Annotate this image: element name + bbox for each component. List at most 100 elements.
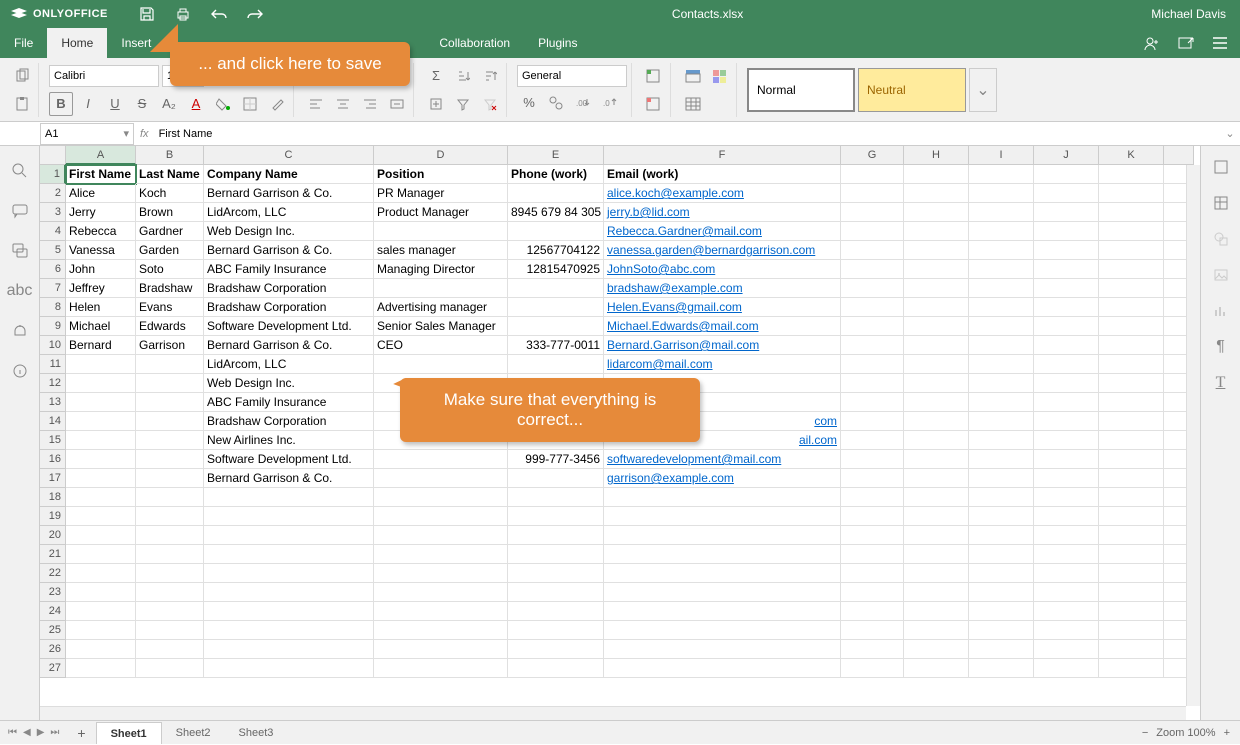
cell[interactable]: Company Name — [204, 165, 374, 184]
row-header[interactable]: 21 — [40, 545, 66, 564]
cell[interactable]: Bradshaw — [136, 279, 204, 298]
cell[interactable] — [508, 507, 604, 526]
row-header[interactable]: 20 — [40, 526, 66, 545]
row-header[interactable]: 3 — [40, 203, 66, 222]
row-header[interactable]: 9 — [40, 317, 66, 336]
cell-style-neutral[interactable]: Neutral — [858, 68, 966, 112]
cell[interactable] — [374, 659, 508, 678]
cell[interactable] — [604, 640, 841, 659]
cell[interactable] — [508, 545, 604, 564]
column-header[interactable]: E — [508, 146, 604, 165]
hamburger-icon[interactable] — [1210, 33, 1230, 53]
cell[interactable]: jerry.b@lid.com — [604, 203, 841, 222]
cell[interactable] — [204, 545, 374, 564]
cell[interactable] — [136, 526, 204, 545]
cell[interactable] — [508, 355, 604, 374]
row-header[interactable]: 27 — [40, 659, 66, 678]
cell[interactable] — [136, 488, 204, 507]
cell[interactable]: CEO — [374, 336, 508, 355]
formula-input[interactable] — [155, 123, 1220, 145]
cell[interactable] — [508, 583, 604, 602]
feedback-icon[interactable] — [9, 320, 31, 342]
cell[interactable]: Soto — [136, 260, 204, 279]
vertical-scrollbar[interactable] — [1186, 165, 1200, 706]
formula-expand-icon[interactable]: ⌄ — [1220, 127, 1240, 140]
row-header[interactable]: 12 — [40, 374, 66, 393]
paste-icon[interactable] — [10, 92, 34, 116]
cell[interactable]: 333-777-0011 — [508, 336, 604, 355]
cell[interactable] — [204, 564, 374, 583]
cell[interactable] — [136, 374, 204, 393]
cell[interactable] — [136, 602, 204, 621]
cell[interactable]: Vanessa — [66, 241, 136, 260]
row-header[interactable]: 13 — [40, 393, 66, 412]
cell[interactable] — [374, 450, 508, 469]
cell[interactable] — [136, 393, 204, 412]
row-header[interactable]: 18 — [40, 488, 66, 507]
cell[interactable]: Bradshaw Corporation — [204, 279, 374, 298]
clear-format-button[interactable] — [265, 92, 289, 116]
sort-desc-icon[interactable] — [478, 64, 502, 88]
cell[interactable] — [374, 526, 508, 545]
row-header[interactable]: 1 — [40, 165, 66, 184]
cell[interactable]: Michael — [66, 317, 136, 336]
currency-icon[interactable] — [544, 91, 568, 115]
cell[interactable]: Michael.Edwards@mail.com — [604, 317, 841, 336]
sum-icon[interactable]: Σ — [424, 64, 448, 88]
share-icon[interactable] — [1142, 33, 1162, 53]
cell[interactable] — [508, 469, 604, 488]
cell[interactable] — [66, 621, 136, 640]
cell-settings-icon[interactable] — [1210, 156, 1232, 178]
column-header[interactable]: J — [1034, 146, 1099, 165]
cell[interactable] — [136, 659, 204, 678]
cell[interactable]: Bernard Garrison & Co. — [204, 184, 374, 203]
table-template-icon[interactable] — [681, 64, 705, 88]
cell[interactable]: Bernard Garrison & Co. — [204, 336, 374, 355]
row-header[interactable]: 7 — [40, 279, 66, 298]
row-header[interactable]: 24 — [40, 602, 66, 621]
cell[interactable]: JohnSoto@abc.com — [604, 260, 841, 279]
percent-icon[interactable]: % — [517, 91, 541, 115]
cell[interactable] — [66, 507, 136, 526]
cell[interactable] — [136, 583, 204, 602]
cell[interactable]: 8945 679 84 305 — [508, 203, 604, 222]
cell[interactable] — [508, 564, 604, 583]
cell[interactable] — [374, 469, 508, 488]
copy-icon[interactable] — [10, 64, 34, 88]
redo-icon[interactable] — [246, 5, 264, 23]
chat-icon[interactable] — [9, 240, 31, 262]
cell[interactable]: Bernard Garrison & Co. — [204, 469, 374, 488]
cell[interactable]: ABC Family Insurance — [204, 393, 374, 412]
horizontal-scrollbar[interactable] — [40, 706, 1186, 720]
cell[interactable]: Bradshaw Corporation — [204, 298, 374, 317]
cell[interactable] — [604, 564, 841, 583]
zoom-in-button[interactable]: + — [1224, 727, 1230, 739]
cell[interactable] — [204, 583, 374, 602]
cell[interactable] — [136, 621, 204, 640]
row-header[interactable]: 10 — [40, 336, 66, 355]
cell[interactable] — [604, 526, 841, 545]
cell[interactable] — [204, 526, 374, 545]
cell[interactable]: garrison@example.com — [604, 469, 841, 488]
cell[interactable]: softwaredevelopment@mail.com — [604, 450, 841, 469]
textart-settings-icon[interactable]: T — [1210, 372, 1232, 394]
cell[interactable]: Edwards — [136, 317, 204, 336]
cell[interactable] — [508, 659, 604, 678]
cell[interactable] — [204, 621, 374, 640]
cell[interactable] — [374, 279, 508, 298]
cell[interactable] — [204, 659, 374, 678]
row-header[interactable]: 19 — [40, 507, 66, 526]
tab-next-icon[interactable]: ▶ — [35, 727, 47, 738]
cell[interactable]: New Airlines Inc. — [204, 431, 374, 450]
conditional-format-icon[interactable] — [708, 64, 732, 88]
cell[interactable]: ABC Family Insurance — [204, 260, 374, 279]
row-header[interactable]: 25 — [40, 621, 66, 640]
cell[interactable] — [604, 659, 841, 678]
cell[interactable]: Bernard.Garrison@mail.com — [604, 336, 841, 355]
search-icon[interactable] — [9, 160, 31, 182]
cell[interactable] — [66, 640, 136, 659]
cell[interactable]: Web Design Inc. — [204, 374, 374, 393]
row-header[interactable]: 23 — [40, 583, 66, 602]
tab-prev-icon[interactable]: ◀ — [21, 727, 33, 738]
column-header[interactable]: G — [841, 146, 904, 165]
